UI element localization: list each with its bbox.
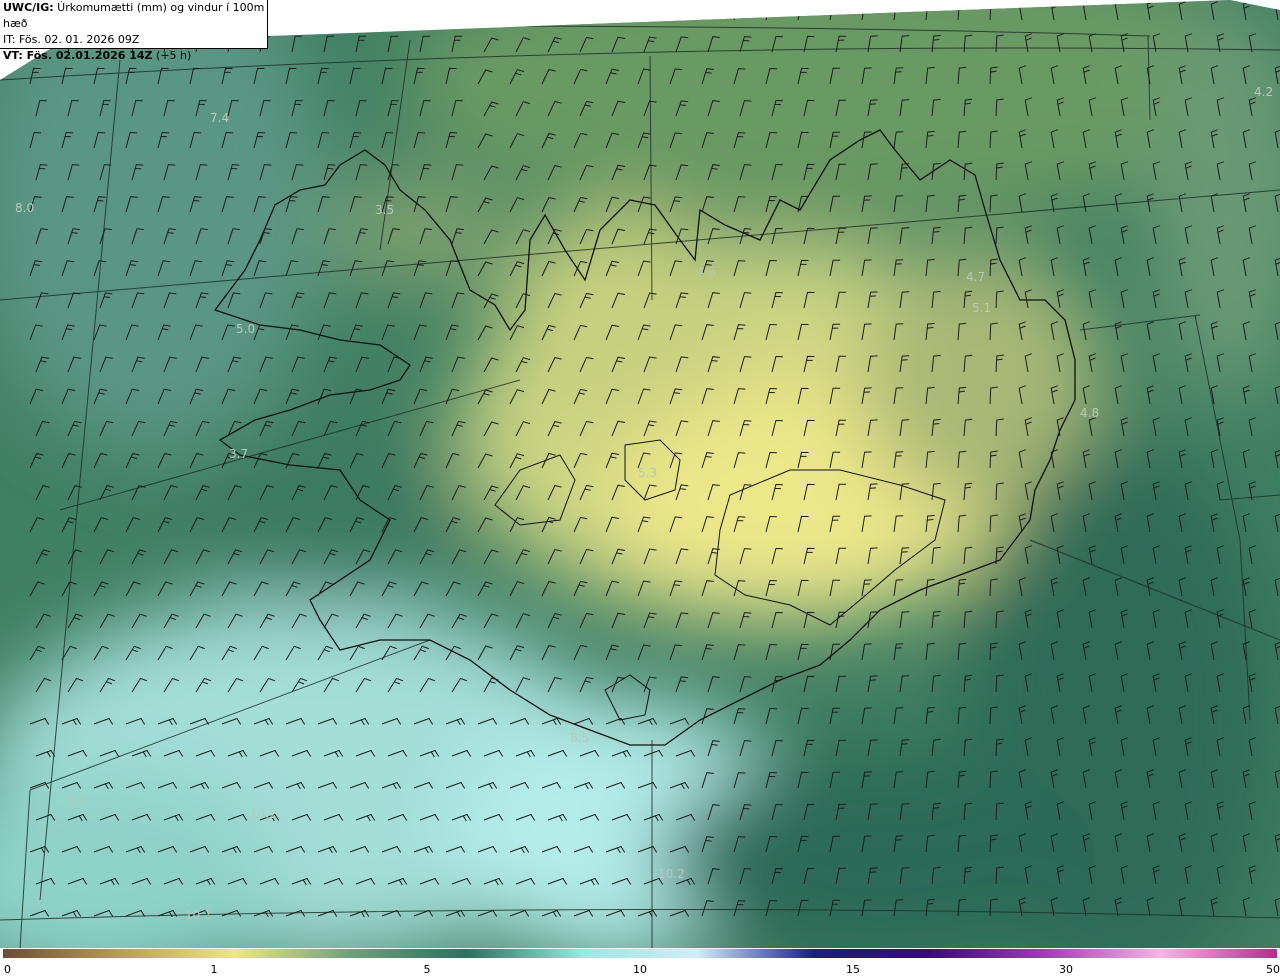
legend-tick: 0	[4, 963, 11, 976]
value-label: 8.9	[68, 794, 87, 808]
value-label: 3.7	[229, 447, 248, 461]
colorbar-legend: 0 1 5 10 15 30 50	[0, 948, 1280, 978]
value-label: 5.0	[236, 322, 255, 336]
value-label: 8.0	[15, 201, 34, 215]
legend-tick: 5	[423, 963, 431, 976]
value-label: 5.3	[638, 466, 657, 480]
legend-tick: 30	[1059, 963, 1073, 976]
colorbar	[3, 949, 1277, 958]
init-time: IT: Fös. 02. 01. 2026 09Z	[3, 33, 140, 46]
value-label: 4.6	[697, 265, 716, 279]
valid-time-line: VT: Fös. 02.01.2026 14Z (+5 h)	[3, 48, 267, 64]
value-label: 10.2	[250, 807, 277, 821]
legend-tick: 1	[210, 963, 218, 976]
value-label: 7.4	[210, 111, 229, 125]
legend-tick: 15	[846, 963, 860, 976]
value-label: 4.7	[966, 270, 985, 284]
legend-tick: 50	[1266, 963, 1280, 976]
value-label: 10.2	[658, 867, 685, 881]
value-label: 4.8	[1080, 406, 1099, 420]
value-label: 5.1	[972, 301, 991, 315]
value-label: 4.2	[1254, 85, 1273, 99]
title-line: UWC/IG: Úrkomumætti (mm) og vindur í 100…	[3, 0, 267, 32]
value-label: 8.5	[570, 731, 589, 745]
precipitation-wind-map: 7.4 8.0 3.5 5.0 3.7 4.6 4.7 5.1 4.8 4.2 …	[0, 0, 1280, 948]
valid-time: VT: Fös. 02.01.2026 14Z	[3, 49, 153, 62]
legend-tick: 10	[633, 963, 647, 976]
map-info-box: UWC/IG: Úrkomumætti (mm) og vindur í 100…	[0, 0, 268, 62]
product-code: UWC/IG:	[3, 1, 54, 14]
value-label: 10.1	[185, 908, 212, 922]
value-label: 3.5	[375, 203, 394, 217]
lead-time: (+5 h)	[152, 49, 192, 62]
